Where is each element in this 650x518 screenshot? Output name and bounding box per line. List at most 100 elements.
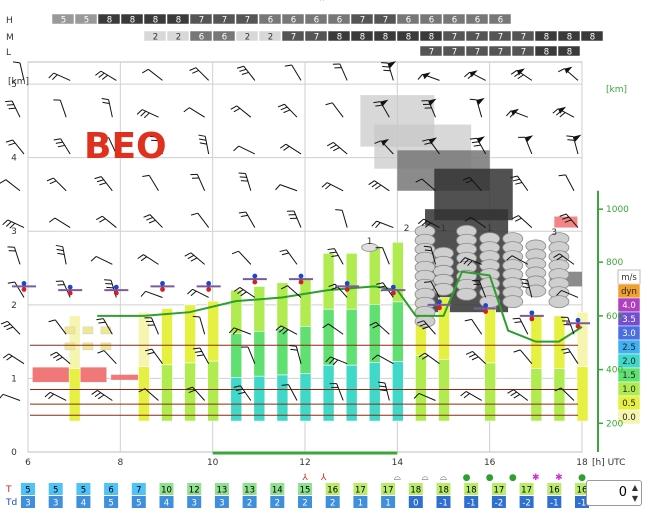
- thermal-column-segment: [554, 368, 565, 421]
- wind-barb-feather: [3, 354, 9, 358]
- wind-barb-staff: [340, 64, 347, 80]
- wind-barb-staff: [284, 104, 297, 117]
- wind-barb-feather: [47, 178, 53, 181]
- wind-barb-feather: [54, 139, 61, 140]
- weather-symbol-icon: ●: [578, 473, 586, 483]
- cloud-base-number: 1: [441, 224, 447, 234]
- wind-barb: [185, 253, 205, 265]
- stratus-patch: [111, 375, 139, 380]
- wind-barb-staff: [342, 210, 347, 227]
- cloud-cover-value: 8: [429, 33, 434, 43]
- cloud-cover-rows: H55888877766667766666M226622778888877778…: [6, 14, 603, 58]
- x-tick-label: 16: [484, 458, 496, 468]
- dewpoint-dot: [22, 281, 27, 286]
- wind-barb-feather: [375, 185, 381, 189]
- thermal-column-segment: [138, 312, 149, 366]
- wind-barb-feather: [282, 253, 289, 255]
- stepper-up-icon[interactable]: ▲: [629, 482, 641, 493]
- wind-barb: [514, 350, 532, 364]
- meteogram: ⌃ H55888877766667766666M2266227788888777…: [0, 0, 650, 514]
- cloud-cover-value: 7: [452, 48, 457, 58]
- stepper-down-icon[interactable]: ▼: [629, 493, 641, 504]
- wind-barb-feather: [199, 139, 206, 140]
- wind-barb-feather: [508, 390, 514, 394]
- wind-barb-feather: [239, 212, 246, 213]
- wind-barb-feather: [382, 66, 389, 67]
- wind-barb-staff: [55, 320, 66, 334]
- cloud-cover-value: 7: [452, 33, 457, 43]
- wind-barb-feather: [102, 98, 109, 99]
- temperature-value: 15: [300, 486, 311, 496]
- wind-barb: [239, 173, 251, 191]
- wind-barb-feather: [50, 352, 56, 355]
- weather-symbol-icon: ⅄: [301, 473, 308, 483]
- x-tick-label: 12: [299, 458, 310, 468]
- dewpoint-value: 0: [413, 499, 418, 509]
- thermal-column-segment: [392, 302, 403, 362]
- wind-barb-feather: [8, 282, 15, 283]
- wind-barb: [91, 256, 112, 264]
- wind-barb-feather: [280, 144, 286, 148]
- cloud-cover-value: 8: [544, 48, 549, 58]
- temperature-value: 5: [81, 486, 86, 496]
- thermal-column-segment: [231, 290, 242, 334]
- wind-barb-feather: [470, 99, 477, 100]
- time-offset-stepper[interactable]: 0 ▲ ▼: [586, 480, 642, 506]
- wind-barb: [289, 346, 301, 364]
- wind-barb-staff: [425, 353, 440, 364]
- wind-barb-staff: [518, 216, 531, 228]
- temperature-value: 6: [108, 486, 113, 496]
- wind-barb-staff: [143, 255, 158, 265]
- wind-barb: [232, 251, 251, 264]
- cloud-cover-value: 2: [176, 33, 181, 43]
- cloud-cover-value: 7: [498, 33, 503, 43]
- wind-barb-feather: [3, 220, 8, 225]
- collapse-handle-icon[interactable]: ⌃: [318, 0, 326, 8]
- wind-barb-staff: [289, 385, 297, 401]
- cloud-cover-value: 6: [406, 16, 411, 26]
- temperature-value: 10: [161, 486, 172, 496]
- temperature-dot: [114, 291, 119, 296]
- weather-symbol-icon: ●: [486, 473, 494, 483]
- wind-barb-feather: [234, 108, 240, 111]
- cloud-cover-value: 8: [406, 33, 411, 43]
- x-axis-unit: [h] UTC: [592, 458, 625, 468]
- wind-barb-staff: [151, 318, 158, 335]
- y-axis-unit: [km]: [8, 77, 29, 87]
- wind-barb: [5, 101, 20, 117]
- wind-barb-feather: [383, 70, 390, 71]
- wind-barb-feather: [566, 136, 573, 137]
- wind-barb-feather: [5, 101, 12, 102]
- wind-barb-feather: [185, 253, 191, 256]
- cloud-cover-value: 8: [567, 33, 572, 43]
- thermal-column-segment: [346, 365, 357, 421]
- wind-barb: [98, 351, 117, 364]
- wind-barb-feather: [511, 392, 517, 396]
- wind-barb: [53, 100, 66, 117]
- wind-barb-feather: [7, 105, 14, 106]
- temperature-dot: [437, 305, 442, 310]
- wind-barb-staff: [333, 142, 347, 154]
- weather-symbol-icon: ⅄: [320, 473, 327, 483]
- thermal-column-segment: [300, 279, 311, 326]
- wind-barb-staff: [60, 100, 66, 117]
- wind-barb: [239, 212, 255, 228]
- wind-barb-staff: [152, 349, 163, 364]
- wind-barb-staff: [334, 249, 343, 265]
- wind-barb-feather: [57, 249, 64, 250]
- right-axis-label: 1000: [606, 205, 629, 215]
- temperature-value: 5: [25, 486, 30, 496]
- cumulus-puff: [415, 315, 435, 327]
- dewpoint-value: 5: [108, 499, 113, 509]
- wind-barb-staff: [191, 253, 205, 265]
- wind-barb-feather: [372, 183, 378, 187]
- temperature-value: 5: [53, 486, 58, 496]
- wind-barb: [0, 394, 20, 400]
- wind-barb-feather: [190, 68, 196, 71]
- dewpoint-value: -1: [439, 499, 447, 509]
- thermal-column-segment: [415, 356, 426, 421]
- cloud-base-number: 1: [487, 224, 493, 234]
- stepper-value[interactable]: 0: [587, 481, 627, 505]
- wind-barb-feather: [418, 74, 423, 79]
- cloud-cover-value: 2: [268, 33, 273, 43]
